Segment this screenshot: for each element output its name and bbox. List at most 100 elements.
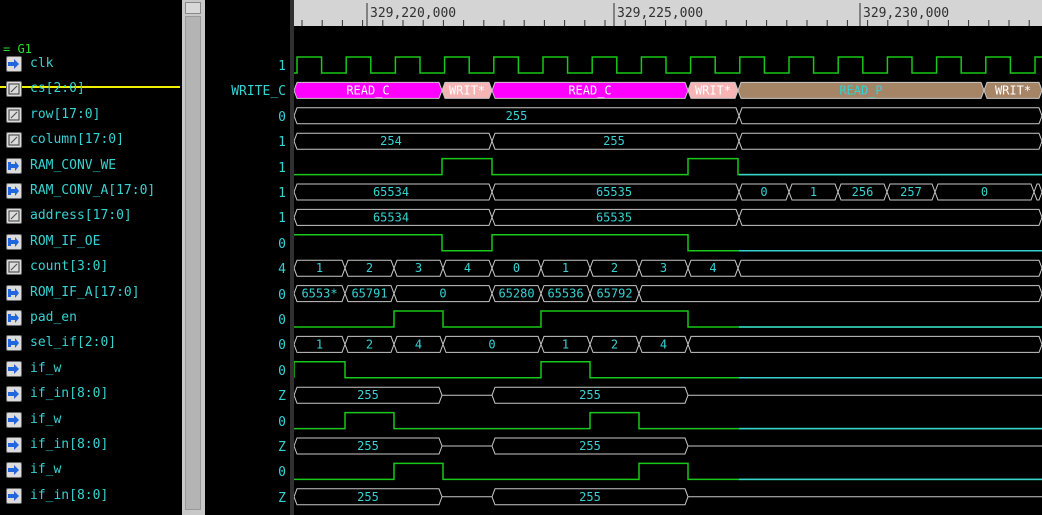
cs-bus: READ_C WRIT* READ_C WRIT* READ_P WRIT* bbox=[294, 81, 1042, 99]
bus-segment bbox=[294, 107, 740, 125]
bus-value-label: 65280 bbox=[498, 287, 534, 301]
signal-row[interactable]: ROM_IF_OE bbox=[0, 230, 182, 254]
signal-name: pad_en bbox=[30, 310, 77, 325]
bus-value-label: 2 bbox=[366, 261, 373, 275]
signal-name: if_in[8:0] bbox=[30, 437, 109, 452]
waveform-panel[interactable]: 329,220,000 329,225,000 329,230,000 READ_C… bbox=[294, 0, 1042, 515]
signal-name: if_w bbox=[30, 462, 62, 478]
bus-value-label: 65534 bbox=[373, 185, 409, 199]
bus-value-label: 255 bbox=[357, 388, 379, 402]
bus-value-label: 255 bbox=[357, 439, 379, 453]
bus-value-label: 1 bbox=[562, 337, 569, 351]
bus-segment bbox=[294, 259, 346, 277]
signal-value: 0 bbox=[278, 287, 286, 303]
scrollbar-thumb[interactable] bbox=[185, 16, 201, 510]
bus-segment bbox=[393, 335, 444, 353]
signal-row[interactable]: RAM_CONV_WE bbox=[0, 154, 182, 178]
signal-row[interactable]: cs[2:0] bbox=[0, 77, 182, 101]
bus-value-label: 4 bbox=[660, 337, 667, 351]
bus-value-label: 254 bbox=[380, 134, 402, 148]
bus-value-label: WRIT* bbox=[449, 83, 485, 97]
signal-name: clk bbox=[30, 56, 54, 71]
register-icon bbox=[6, 132, 22, 149]
bus-segment bbox=[294, 208, 493, 226]
signal-value: 1 bbox=[278, 211, 286, 227]
output-port-icon bbox=[6, 233, 22, 250]
address-bus: 65534 65535 bbox=[294, 208, 1042, 226]
bus-value-label: READ_P bbox=[839, 83, 882, 97]
signal-row[interactable]: if_w bbox=[0, 357, 182, 381]
signal-value: 0 bbox=[278, 338, 286, 354]
bus-value-label: 1 bbox=[316, 261, 323, 275]
bus-segment bbox=[737, 81, 985, 99]
bus-value-label: 4 bbox=[709, 261, 716, 275]
signal-row[interactable]: column[17:0] bbox=[0, 128, 182, 152]
bus-segment bbox=[294, 285, 346, 303]
pad-en-wave bbox=[294, 310, 1042, 328]
bus-segment bbox=[441, 81, 493, 99]
signal-row[interactable]: pad_en bbox=[0, 306, 182, 330]
signal-row[interactable]: if_in[8:0] bbox=[0, 433, 182, 457]
bus-segment bbox=[491, 183, 740, 201]
bus-value-label: 0 bbox=[488, 337, 495, 351]
vertical-scrollbar[interactable] bbox=[182, 0, 205, 515]
signal-row[interactable]: sel_if[2:0] bbox=[0, 331, 182, 355]
bus-segment bbox=[491, 81, 689, 99]
bus-segment bbox=[737, 259, 1042, 277]
bus-value-label: 256 bbox=[852, 185, 874, 199]
bus-segment bbox=[983, 81, 1042, 99]
column-bus: 254 255 bbox=[294, 132, 1042, 150]
signal-value: 0 bbox=[278, 313, 286, 328]
count-bus: 1 2 3 4 0 1 2 3 4 bbox=[294, 259, 1042, 277]
bus-value-label: 2 bbox=[366, 337, 373, 351]
bus-segment bbox=[491, 437, 689, 455]
signal-name: if_in[8:0] bbox=[30, 386, 109, 402]
signal-value: 0 bbox=[278, 109, 286, 125]
signal-name-panel: = G1 clk cs[2:0] row[17:0] column[17:0] RAM_… bbox=[0, 0, 182, 515]
signal-row[interactable]: if_in[8:0] bbox=[0, 382, 182, 406]
bus-value-label: 1 bbox=[316, 337, 323, 351]
bus-segment bbox=[738, 208, 1042, 226]
signal-value: Z bbox=[278, 389, 286, 405]
bus-segment bbox=[1033, 183, 1042, 201]
bus-value-label: 65536 bbox=[547, 287, 583, 301]
signal-row[interactable]: row[17:0] bbox=[0, 103, 182, 127]
bus-segment bbox=[294, 437, 443, 455]
bus-segment bbox=[738, 107, 1042, 125]
timeline-label: 329,230,000 bbox=[863, 6, 949, 21]
output-port-icon bbox=[6, 157, 22, 174]
signal-row[interactable]: address[17:0] bbox=[0, 204, 182, 228]
signal-name: sel_if[2:0] bbox=[30, 335, 117, 351]
signal-row[interactable]: if_w bbox=[0, 458, 182, 482]
register-icon bbox=[6, 106, 22, 123]
bus-value-label: WRIT* bbox=[695, 83, 731, 97]
bus-value-label: WRIT* bbox=[995, 83, 1031, 97]
bus-value-label: 65791 bbox=[351, 287, 387, 301]
input-port-icon bbox=[6, 411, 22, 428]
timeline-ruler[interactable]: 329,220,000 329,225,000 329,230,000 bbox=[294, 0, 1042, 26]
signal-row[interactable]: if_w bbox=[0, 408, 182, 432]
signal-row[interactable]: clk bbox=[0, 52, 182, 76]
bus-segment bbox=[589, 335, 640, 353]
timeline-label: 329,225,000 bbox=[617, 6, 703, 21]
scroll-up-icon[interactable] bbox=[185, 2, 201, 14]
bus-value-label: 4 bbox=[415, 337, 422, 351]
sel-if-bus: 1 2 4 0 1 2 4 bbox=[294, 335, 1042, 353]
register-icon bbox=[6, 259, 22, 276]
bus-value-label: 255 bbox=[579, 388, 601, 402]
ram-conv-we-wave bbox=[294, 157, 1042, 176]
signal-value: 0 bbox=[278, 465, 286, 481]
bus-segment bbox=[393, 259, 444, 277]
signal-value: Z bbox=[278, 440, 286, 455]
if-in-1-bus: 255 255 bbox=[294, 386, 1042, 404]
bus-segment bbox=[687, 259, 739, 277]
signal-row[interactable]: ROM_IF_A[17:0] bbox=[0, 281, 182, 305]
signal-name: if_w bbox=[30, 360, 62, 376]
signal-value: 0 bbox=[278, 363, 286, 379]
bus-segment bbox=[491, 132, 740, 150]
signal-row[interactable]: if_in[8:0] bbox=[0, 484, 182, 508]
signal-name: count[3:0] bbox=[30, 259, 109, 275]
signal-row[interactable]: count[3:0] bbox=[0, 255, 182, 279]
signal-name: cs[2:0] bbox=[30, 81, 85, 97]
signal-row[interactable]: RAM_CONV_A[17:0] bbox=[0, 179, 182, 203]
